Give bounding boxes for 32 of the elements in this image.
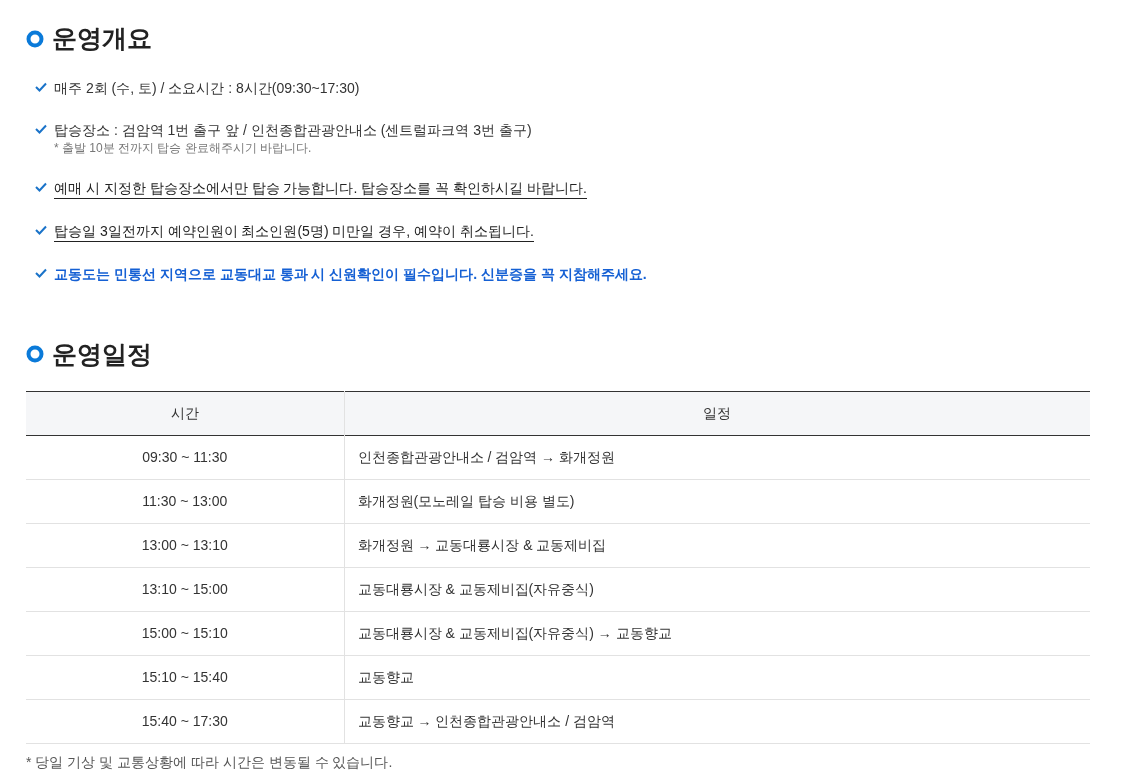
table-cell: 인천종합관광안내소 / 검암역 → 화개정원 [344, 435, 1090, 480]
notice-text: 예매 시 지정한 탑승장소에서만 탑승 가능합니다. 탑승장소를 꼭 확인하시길 바랍니다. [54, 177, 587, 199]
check-icon [35, 224, 47, 235]
table-cell: 15:10 ~ 15:40 [26, 655, 344, 700]
notice-text: 탑승장소 : 검암역 1번 출구 앞 / 인천종합관광안내소 (센트럴파크역 3번 출구) [54, 120, 532, 140]
section-title: 운영개요 [52, 23, 152, 54]
section-title: 운영일정 [52, 338, 152, 370]
ring-icon [26, 29, 44, 48]
column-header: 시간 [26, 391, 344, 436]
table-cell: 교동향교 [344, 655, 1090, 700]
ring-icon [26, 345, 44, 364]
table-cell: 11:30 ~ 13:00 [26, 479, 344, 524]
table-cell: 15:00 ~ 15:10 [26, 611, 344, 656]
table-cell: 09:30 ~ 11:30 [26, 435, 344, 480]
table-cell: 13:00 ~ 13:10 [26, 523, 344, 568]
table-cell: 교동대룡시장 & 교동제비집(자유중식) → 교동향교 [344, 611, 1090, 656]
note-text: * 출발 10분 전까지 탑승 완료해주시기 바랍니다. [54, 139, 312, 156]
notice-text: 매주 2회 (수, 토) / 소요시간 : 8시간(09:30~17:30) [54, 78, 360, 98]
notice-text: 탑승일 3일전까지 예약인원이 최소인원(5명) 미만일 경우, 예약이 취소됩니다. [54, 220, 534, 242]
table-cell: 화개정원 → 교동대룡시장 & 교동제비집 [344, 523, 1090, 568]
column-header: 일정 [344, 391, 1090, 436]
check-icon [35, 81, 47, 92]
footnote: * 당일 기상 및 교통상황에 따라 시간은 변동될 수 있습니다. [26, 753, 394, 772]
check-icon [35, 181, 47, 192]
table-cell: 13:10 ~ 15:00 [26, 567, 344, 612]
table-cell: 교동대룡시장 & 교동제비집(자유중식) [344, 567, 1090, 612]
notice-text: 교동도는 민통선 지역으로 교동대교 통과 시 신원확인이 필수입니다. 신분증을 꼭 지참해주세요. [54, 264, 647, 284]
table-cell: 교동향교 → 인천종합관광안내소 / 검암역 [344, 699, 1090, 744]
check-icon [35, 123, 47, 134]
check-icon [35, 267, 47, 278]
table-cell: 화개정원(모노레일 탑승 비용 별도) [344, 479, 1090, 524]
table-cell: 15:40 ~ 17:30 [26, 699, 344, 744]
